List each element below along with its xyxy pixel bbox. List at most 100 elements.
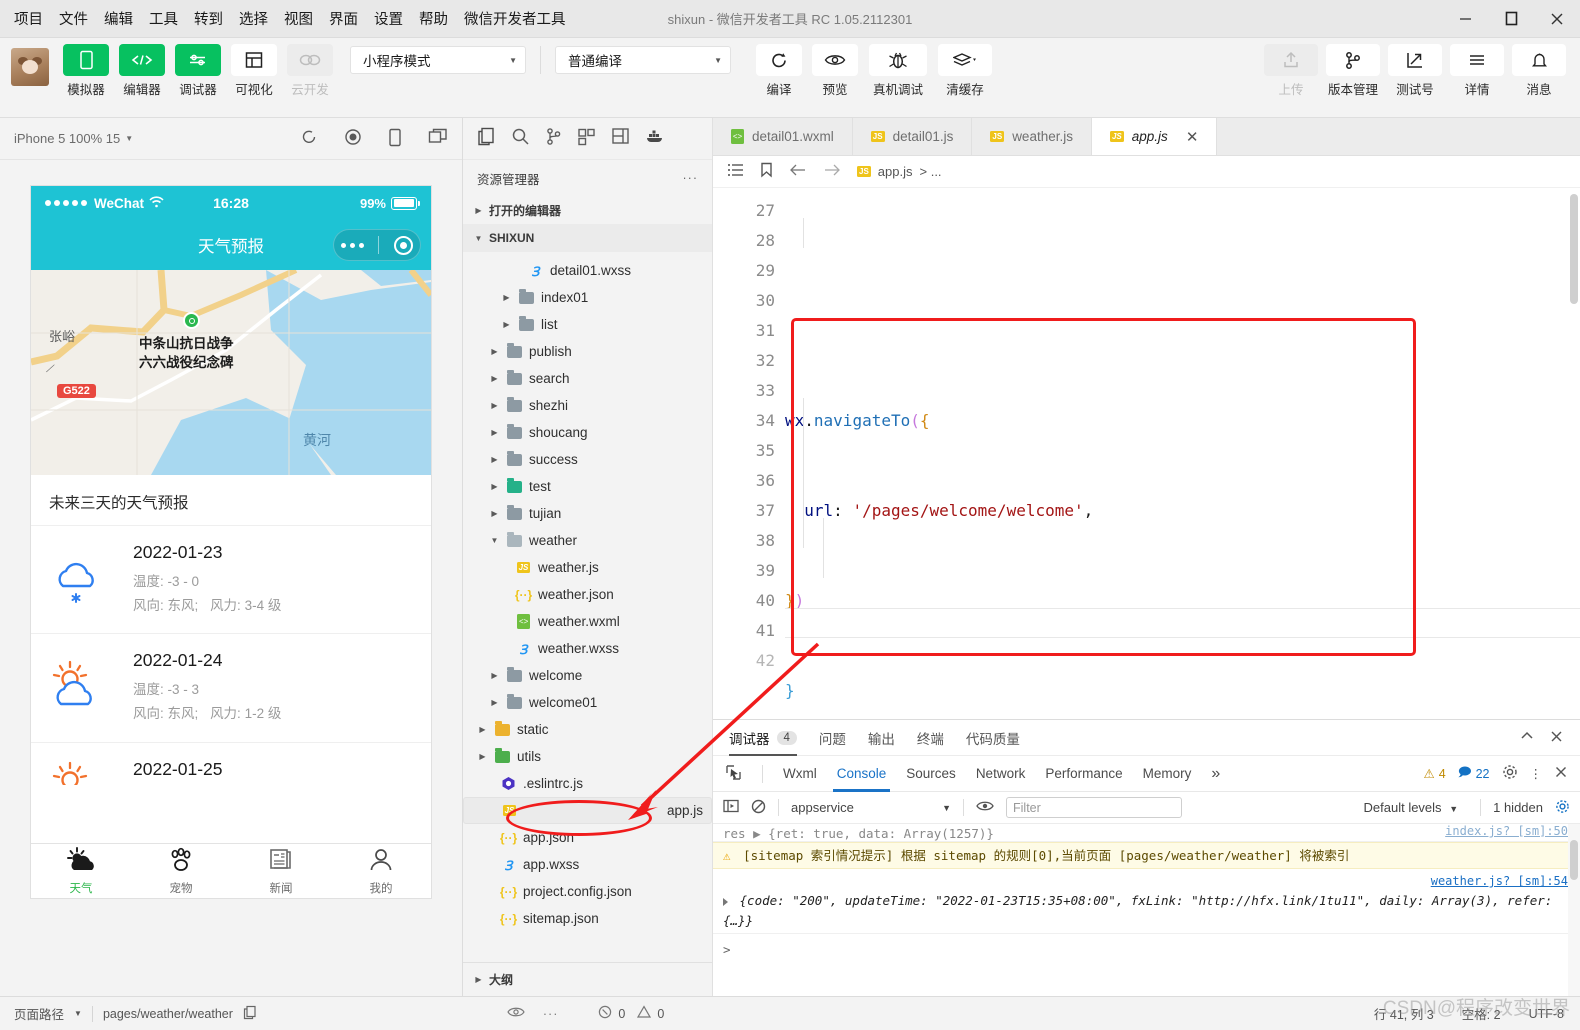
minimize-icon[interactable]	[1442, 0, 1488, 38]
tree-item-shezhi[interactable]: ▶ shezhi	[463, 392, 712, 419]
tree-item-shoucang[interactable]: ▶ shoucang	[463, 419, 712, 446]
tree-item-search[interactable]: ▶ search	[463, 365, 712, 392]
cloud-dev-button[interactable]: 云开发	[284, 44, 336, 98]
devtools-settings-icon[interactable]	[1502, 764, 1518, 783]
console-eye-icon[interactable]	[976, 800, 994, 815]
map-view[interactable]: 张峪 ⎯⎯ 中条山抗日战争 六六战役纪念碑 G522 黄河	[31, 270, 431, 475]
record-icon[interactable]	[344, 128, 362, 150]
menu-item-view[interactable]: 视图	[284, 8, 313, 29]
details-button[interactable]: 详情	[1448, 44, 1506, 98]
eye-icon[interactable]	[507, 1006, 525, 1021]
clear-console-icon[interactable]	[751, 799, 766, 817]
forecast-row[interactable]: 2022-01-23 温度: -3 - 0 风向: 东风; 风力: 3-4 级	[31, 525, 431, 633]
forward-icon[interactable]	[823, 163, 841, 180]
console-context-select[interactable]: appservice ▼	[791, 800, 951, 815]
tree-item-weather[interactable]: ▼ weather	[463, 527, 712, 554]
page-path-label[interactable]: 页面路径	[14, 1004, 64, 1023]
console-output[interactable]: res ▶ {ret: true, data: Array(1257)} ind…	[713, 824, 1580, 996]
console-source-link[interactable]: index.js? [sm]:50	[1445, 824, 1568, 841]
refresh-simulator-icon[interactable]	[300, 128, 318, 150]
expand-triangle-icon[interactable]	[723, 897, 728, 906]
console-row-warning[interactable]: ⚠ [sitemap 索引情况提示] 根据 sitemap 的规则[0],当前页…	[713, 842, 1580, 870]
tab-mine[interactable]: 我的	[331, 844, 431, 898]
tree-item-list[interactable]: ▶ list	[463, 311, 712, 338]
capsule-button[interactable]	[333, 229, 421, 261]
code-editor[interactable]: 27 28 29 30 31 32 33 34 35 36 37 38 39 4…	[713, 188, 1580, 719]
tab-code-quality[interactable]: 代码质量	[966, 720, 1020, 756]
menu-item-settings[interactable]: 设置	[374, 8, 403, 29]
tab-weather[interactable]: 天气	[31, 844, 131, 898]
menu-item-goto[interactable]: 转到	[194, 8, 223, 29]
explorer-more-icon[interactable]: ···	[683, 171, 699, 185]
tab-pets[interactable]: 宠物	[131, 844, 231, 898]
menu-item-interface[interactable]: 界面	[329, 8, 358, 29]
mode-select[interactable]: 小程序模式 ▼	[350, 46, 526, 74]
tab-detail01-js[interactable]: JS detail01.js	[852, 118, 973, 155]
bookmark-icon[interactable]	[760, 162, 773, 181]
maximize-icon[interactable]	[1488, 0, 1534, 38]
tree-item-weather-wxss[interactable]: Ɜ weather.wxss	[463, 635, 712, 662]
forecast-row[interactable]: 2022-01-25	[31, 741, 431, 787]
inspect-element-icon[interactable]	[725, 764, 742, 784]
editor-scrollbar[interactable]	[1568, 188, 1580, 719]
files-icon[interactable]	[477, 127, 496, 151]
menu-item-project[interactable]: 项目	[14, 8, 43, 29]
outline-list-icon[interactable]	[727, 163, 744, 180]
simulator-button[interactable]: 模拟器	[60, 44, 112, 98]
tree-item-weather-js[interactable]: JS weather.js	[463, 554, 712, 581]
chevron-up-icon[interactable]	[1519, 730, 1535, 745]
tree-item-app-wxss[interactable]: Ɜ app.wxss	[463, 851, 712, 878]
console-row-object[interactable]: weather.js? [sm]:54 {code: "200", update…	[713, 869, 1580, 935]
close-panel-icon[interactable]	[1549, 729, 1564, 747]
tree-item-eslintrc[interactable]: .eslintrc.js	[463, 770, 712, 797]
real-device-debug-button[interactable]: 真机调试	[865, 44, 931, 98]
copy-icon[interactable]	[243, 1005, 257, 1023]
console-settings-icon[interactable]	[1555, 799, 1570, 817]
tab-problems[interactable]: 问题	[819, 720, 846, 756]
clear-cache-button[interactable]: 清缓存	[935, 44, 995, 98]
preview-button[interactable]: 预览	[809, 44, 861, 98]
compile-button[interactable]: 编译	[753, 44, 805, 98]
messages-button[interactable]: 消息	[1510, 44, 1568, 98]
tree-item-weather-json[interactable]: {··} weather.json	[463, 581, 712, 608]
breadcrumb[interactable]: JS app.js > ...	[857, 164, 942, 179]
problem-counts[interactable]: 0 0	[598, 1005, 664, 1022]
code-content[interactable]: wx.navigateTo({ url: '/pages/welcome/wel…	[785, 188, 1580, 719]
tree-item-publish[interactable]: ▶ publish	[463, 338, 712, 365]
tab-wxml[interactable]: Wxml	[783, 756, 817, 792]
menu-item-file[interactable]: 文件	[59, 8, 88, 29]
close-icon[interactable]: ✕	[1186, 128, 1199, 146]
tree-item-app-js[interactable]: JS app.js	[463, 797, 712, 824]
message-count-chip[interactable]: 🗩 22	[1458, 763, 1490, 784]
compile-select[interactable]: 普通编译 ▼	[555, 46, 731, 74]
console-scrollbar[interactable]	[1568, 824, 1580, 996]
docker-icon[interactable]	[645, 128, 665, 149]
indent-setting[interactable]: 空格: 2	[1462, 1004, 1501, 1023]
split-editor-icon[interactable]	[611, 127, 630, 150]
upload-button[interactable]: 上传	[1262, 44, 1320, 98]
tab-output[interactable]: 输出	[868, 720, 895, 756]
menu-item-tools[interactable]: 工具	[149, 8, 178, 29]
open-editors-section[interactable]: ▶ 打开的编辑器	[463, 196, 712, 224]
outline-section[interactable]: ▶ 大纲	[463, 962, 712, 996]
debugger-button[interactable]: 调试器	[172, 44, 224, 98]
tab-console[interactable]: Console	[832, 756, 890, 792]
more-icon[interactable]: ···	[543, 1007, 559, 1021]
console-filter-input[interactable]: Filter	[1006, 797, 1182, 818]
menu-item-edit[interactable]: 编辑	[104, 8, 133, 29]
menu-item-help[interactable]: 帮助	[419, 8, 448, 29]
tree-item-success[interactable]: ▶ success	[463, 446, 712, 473]
source-control-icon[interactable]	[545, 127, 562, 151]
tab-performance[interactable]: Performance	[1045, 756, 1122, 792]
close-icon[interactable]	[1534, 0, 1580, 38]
device-frame-icon[interactable]	[388, 128, 402, 150]
warning-count-chip[interactable]: ⚠ 4	[1424, 766, 1446, 782]
tab-weather-js[interactable]: JS weather.js	[972, 118, 1092, 155]
avatar[interactable]	[11, 48, 49, 86]
console-levels-select[interactable]: Default levels ▼	[1364, 800, 1459, 815]
tree-item-welcome[interactable]: ▶ welcome	[463, 662, 712, 689]
tree-item-weather-wxml[interactable]: <> weather.wxml	[463, 608, 712, 635]
back-icon[interactable]	[789, 163, 807, 180]
search-icon[interactable]	[511, 127, 530, 151]
devtools-close-icon[interactable]	[1554, 765, 1568, 782]
